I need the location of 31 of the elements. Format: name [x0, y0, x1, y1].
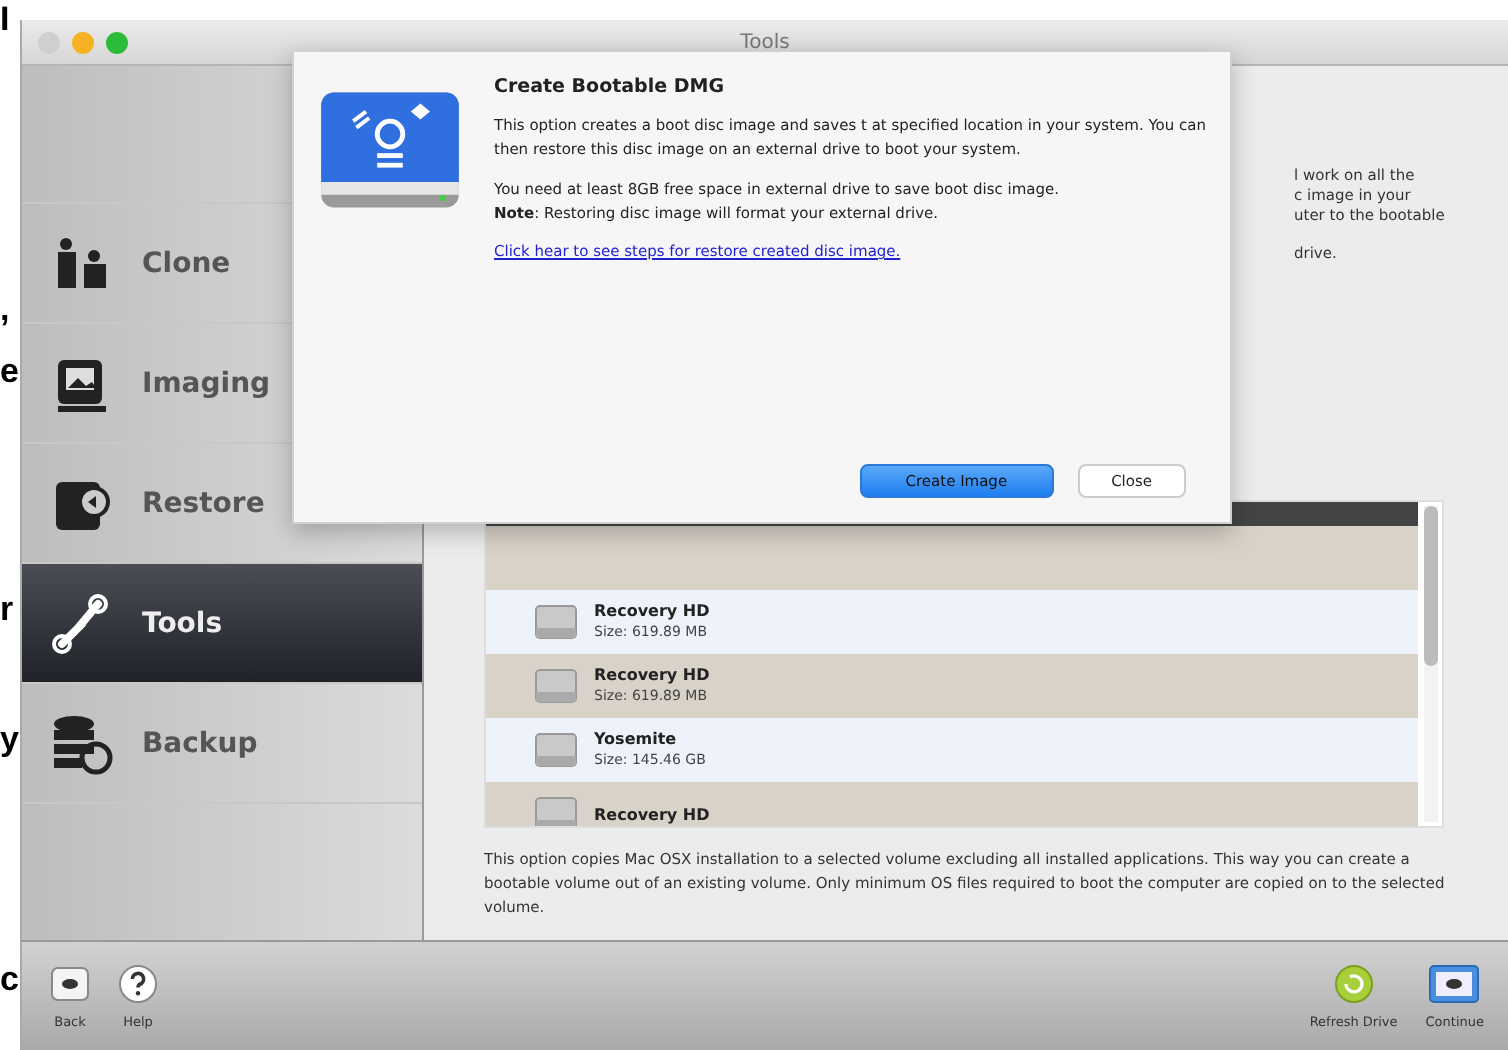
wrench-icon: [50, 591, 114, 655]
text-fragment: I: [0, 0, 10, 40]
database-icon: [50, 711, 114, 775]
volume-row[interactable]: [486, 526, 1418, 590]
close-window-icon[interactable]: [38, 31, 60, 53]
external-drive-icon: [318, 86, 462, 214]
volume-name: Recovery HD: [594, 664, 710, 686]
sidebar-item[interactable]: Tools: [22, 564, 422, 684]
volume-name: Yosemite: [594, 728, 679, 750]
scrollbar[interactable]: [1424, 506, 1438, 822]
back-icon: [50, 963, 90, 1003]
sidebar-item[interactable]: Backup: [22, 684, 422, 804]
text-fragment: r: [0, 590, 14, 630]
zoom-window-icon[interactable]: [106, 31, 128, 53]
volume-row[interactable]: Recovery HD: [486, 782, 1418, 826]
hard-drive-icon: [534, 666, 578, 706]
hard-drive-icon: [534, 794, 578, 826]
hard-drive-icon: [534, 730, 578, 770]
dialog-title: Create Bootable DMG: [494, 76, 726, 98]
drive-icon: [1428, 963, 1481, 1003]
minimize-window-icon[interactable]: [72, 31, 94, 53]
text-fragment: y: [0, 720, 19, 760]
text-fragment: c: [0, 960, 19, 1000]
volume-name: Recovery HD: [594, 803, 710, 825]
text-fragment: e: [0, 352, 19, 392]
volume-name: Recovery HD: [594, 600, 710, 622]
window-title: Tools: [740, 31, 790, 53]
help-icon: [118, 963, 158, 1003]
text-fragment: ,: [0, 290, 10, 330]
refresh-icon: [1333, 963, 1374, 1003]
hard-drive-icon: [534, 602, 578, 642]
